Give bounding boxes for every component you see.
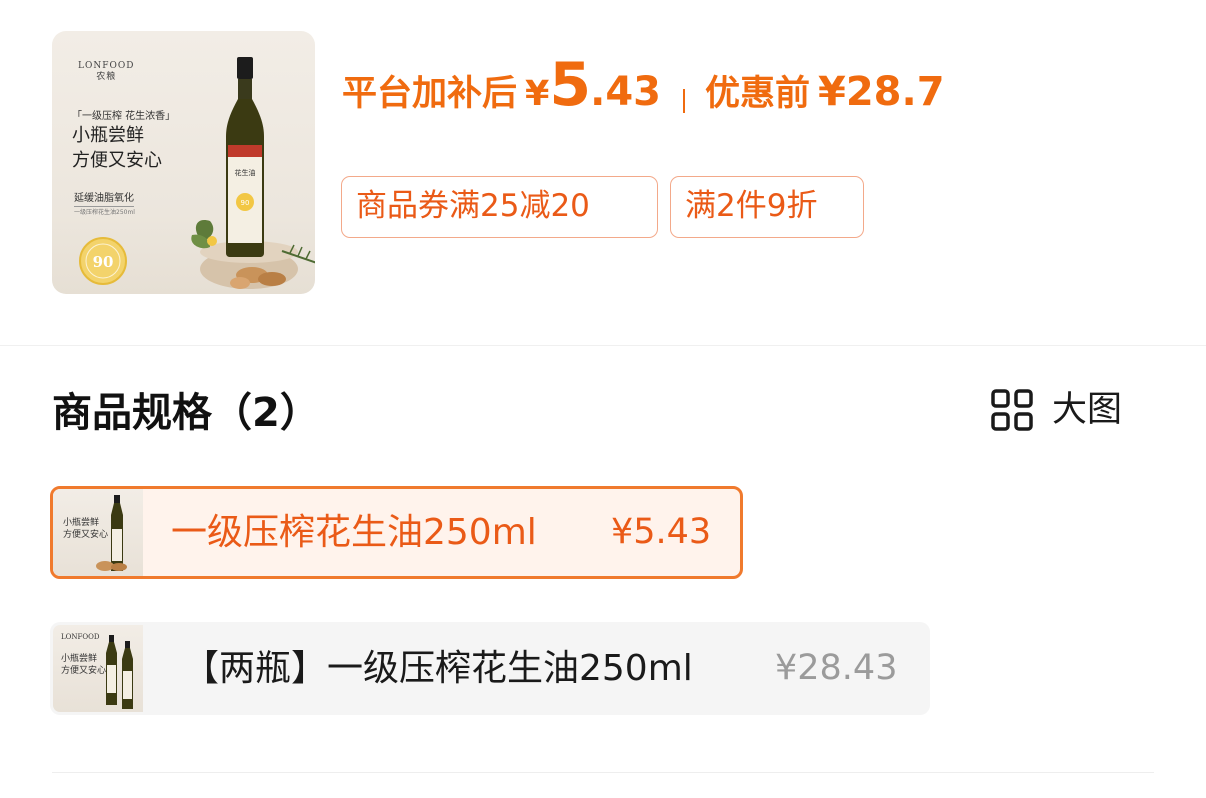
spec-option-selected[interactable]: 小瓶尝鲜 方便又安心 一级压榨花生油250ml ¥5.43 (50, 486, 743, 579)
spec-thumbnail: 小瓶尝鲜 方便又安心 (53, 489, 143, 576)
product-slogan: 小瓶尝鲜 方便又安心 (72, 125, 162, 171)
spec-option[interactable]: LONFOOD 小瓶尝鲜 方便又安心 【两瓶】一级压榨花生油250ml ¥28.… (50, 622, 930, 715)
product-image[interactable]: LONFOOD 农粮 「一级压榨 花生浓香」 小瓶尝鲜 方便又安心 延缓油脂氧化… (52, 31, 315, 294)
price-line: 平台加补后 ¥5.43 优惠前 ¥28.7 (342, 50, 945, 120)
brand-logo: LONFOOD 农粮 (78, 61, 135, 82)
two-bottles-icon (106, 635, 133, 709)
spec-price: ¥28.43 (775, 648, 898, 688)
spec-section-title: 商品规格（2） (52, 390, 320, 436)
bottom-divider (52, 772, 1154, 773)
svg-text:90: 90 (93, 253, 114, 271)
product-feature: 延缓油脂氧化 (74, 189, 134, 207)
spec-thumbnail: LONFOOD 小瓶尝鲜 方便又安心 (53, 625, 143, 712)
section-divider (0, 345, 1206, 346)
discount-chip[interactable]: 满2件9折 (670, 176, 864, 238)
svg-text:90: 90 (241, 199, 250, 207)
currency-symbol: ¥ (525, 74, 550, 114)
price-separator (682, 88, 685, 113)
price-decimal: .43 (590, 69, 661, 115)
product-tagline: 「一级压榨 花生浓香」 (72, 111, 176, 122)
spec-name: 一级压榨花生油250ml (171, 512, 537, 553)
mini-peanuts-icon (96, 561, 127, 571)
spec-name: 【两瓶】一级压榨花生油250ml (183, 648, 693, 689)
price-integer: 5 (549, 50, 591, 120)
big-view-label: 大图 (1052, 390, 1123, 430)
price-label: 平台加补后 (342, 74, 518, 114)
svg-text:花生油: 花生油 (235, 168, 256, 177)
quality-seal-icon: 90 (79, 237, 127, 285)
coupon-chip[interactable]: 商品券满25减20 (341, 176, 658, 238)
original-price-label: 优惠前 (704, 74, 810, 114)
product-spec-text: 一级压榨花生油250ml (74, 209, 135, 216)
spec-price: ¥5.43 (611, 512, 712, 552)
oil-bottle-icon: 花生油 90 (226, 57, 264, 257)
original-price: ¥28.7 (818, 69, 945, 115)
grid-icon (991, 389, 1033, 431)
